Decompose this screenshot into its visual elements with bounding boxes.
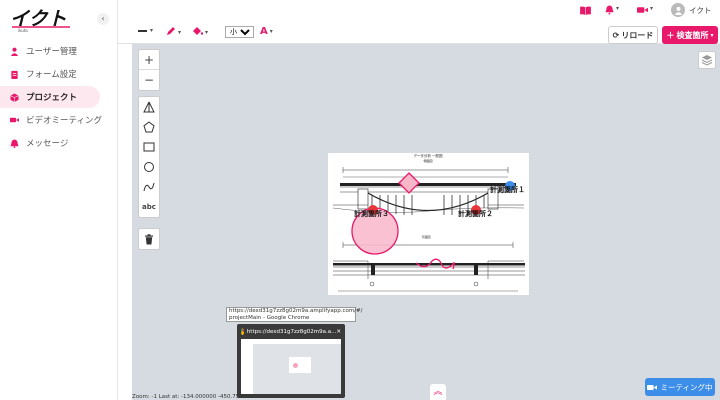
cube-icon [10, 92, 19, 102]
user-menu[interactable]: イクト [671, 3, 711, 17]
zoom-controls: + − [138, 49, 160, 91]
layers-button[interactable] [698, 51, 716, 69]
delete-button[interactable] [139, 229, 159, 249]
book-icon[interactable] [580, 6, 591, 18]
zoom-out-button[interactable]: − [139, 70, 159, 90]
reload-button[interactable]: ⟳ リロード [608, 26, 658, 44]
shape-tools: abc [138, 96, 160, 218]
paint-bucket-icon [192, 26, 204, 39]
window-tooltip: https://dexd31g7zz8g02m9a.amplifyapp.com… [226, 307, 363, 322]
fill-color-select[interactable]: ▾ [192, 26, 208, 39]
freehand-tool-button[interactable] [139, 177, 159, 197]
delete-tools [138, 228, 160, 250]
chevron-down-icon: ▾ [178, 29, 182, 36]
diamond-annotation [398, 172, 420, 194]
rectangle-tool-button[interactable] [139, 137, 159, 157]
point-label-3: 計測箇所３ [354, 209, 389, 218]
double-chevron-up-icon: ︽ [433, 387, 443, 397]
sidebar-item-label: フォーム設定 [26, 70, 77, 80]
chevron-down-icon: ▾ [205, 29, 209, 36]
video-call-icon[interactable] [637, 6, 648, 17]
meeting-in-progress-button[interactable]: ミーティング中 [645, 378, 715, 396]
inspection-label: 検査箇所 [676, 30, 709, 40]
plan-label: 平面図 [421, 235, 430, 239]
triangle-ruler-icon [143, 101, 155, 113]
video-icon [10, 116, 19, 125]
notification-caret-icon[interactable]: ▾ [616, 5, 619, 12]
logo-subtext: ikuto [18, 28, 28, 32]
point-label-1: 計測箇所１ [490, 185, 525, 194]
pentagon-icon [143, 121, 155, 133]
meeting-label: ミーティング中 [660, 382, 713, 392]
point-label-2: 計測箇所２ [458, 209, 493, 218]
reload-icon: ⟳ [612, 30, 620, 40]
plus-icon: ＋ [666, 30, 675, 40]
avatar [671, 3, 685, 17]
chevron-down-icon: ▾ [710, 31, 714, 39]
window-thumbnail[interactable]: https://dexd31g7zz8g02m9a.a... ✕ [237, 324, 345, 398]
clipboard-icon [10, 70, 19, 79]
sidebar-item-label: ユーザー管理 [26, 47, 77, 57]
expand-bottom-panel-button[interactable]: ︽ [430, 384, 446, 400]
circle-icon [144, 162, 154, 172]
zoom-in-button[interactable]: + [139, 50, 159, 70]
pen-icon [166, 26, 176, 39]
trash-icon [145, 233, 153, 244]
sidebar-item-label: メッセージ [26, 139, 69, 149]
freehand-curve-icon [143, 182, 155, 192]
status-bar: Zoom: -1 Last at: -134.000000 -450.75000… [132, 394, 254, 400]
video-caret-icon[interactable]: ▾ [650, 5, 653, 12]
top-header: ▾ ▾ イクト [118, 0, 720, 22]
reload-label: リロード [621, 30, 654, 40]
line-style-select[interactable]: ▾ [138, 27, 153, 34]
close-icon[interactable]: ✕ [336, 329, 341, 335]
text-color-select[interactable]: A ▾ [260, 26, 273, 37]
blueprint-drawing[interactable]: データ分析 一般図 側面図 平面図 計測箇所１ 計測箇所３ 計測箇所２ [328, 153, 529, 295]
video-icon [647, 384, 658, 390]
sidebar: イクト ikuto ‹ ユーザー管理 フォーム設定 プロジェクト ビデオミーティ… [0, 0, 118, 400]
chrome-icon [241, 328, 244, 335]
user-icon [10, 47, 19, 56]
font-size-select-wrap: 小 [225, 26, 254, 38]
text-tool-button[interactable]: abc [139, 197, 159, 217]
add-inspection-button[interactable]: ＋ 検査箇所 ▾ [662, 26, 718, 44]
notification-bell-icon[interactable] [605, 5, 614, 18]
font-size-select[interactable]: 小 [225, 26, 254, 38]
line-style-icon [138, 29, 147, 32]
circle-tool-button[interactable] [139, 157, 159, 177]
sidebar-item-label: プロジェクト [26, 93, 78, 103]
chevron-down-icon: ▾ [150, 27, 154, 34]
polygon-tool-button[interactable] [139, 117, 159, 137]
sidebar-item-projects[interactable]: プロジェクト [0, 86, 100, 108]
drawing-title: データ分析 一般図 [413, 153, 443, 158]
thumbnail-title: https://dexd31g7zz8g02m9a.a... [246, 328, 337, 335]
plus-icon: + [143, 52, 155, 67]
text-color-icon: A [260, 26, 268, 37]
user-name: イクト [689, 5, 712, 15]
drawing-subtitle: 側面図 [423, 158, 432, 163]
thumbnail-preview [241, 339, 341, 394]
tooltip-url: https://dexd31g7zz8g02m9a.amplifyapp.com… [229, 308, 363, 314]
chevron-down-icon: ▾ [269, 28, 273, 35]
app-logo[interactable]: イクト ikuto [10, 8, 80, 33]
rectangle-icon [143, 142, 155, 152]
sidebar-item-users[interactable]: ユーザー管理 [0, 40, 118, 62]
text-abc-icon: abc [142, 203, 156, 211]
sidebar-nav: ユーザー管理 フォーム設定 プロジェクト ビデオミーティング メッセージ [0, 40, 118, 155]
sidebar-item-forms[interactable]: フォーム設定 [0, 63, 118, 85]
bell-icon [10, 138, 19, 148]
sidebar-item-messages[interactable]: メッセージ [0, 132, 118, 154]
tooltip-window-title: projectMain - Google Chrome [229, 315, 310, 321]
sidebar-item-video-meeting[interactable]: ビデオミーティング [0, 109, 118, 131]
collapse-sidebar-button[interactable]: ‹ [97, 13, 109, 25]
layers-icon [701, 55, 713, 66]
measure-tool-button[interactable] [139, 97, 159, 117]
pen-color-select[interactable]: ▾ [166, 26, 181, 39]
panel-edge: ▸ [118, 22, 132, 400]
sidebar-item-label: ビデオミーティング [26, 116, 102, 126]
minus-icon: − [143, 73, 155, 87]
